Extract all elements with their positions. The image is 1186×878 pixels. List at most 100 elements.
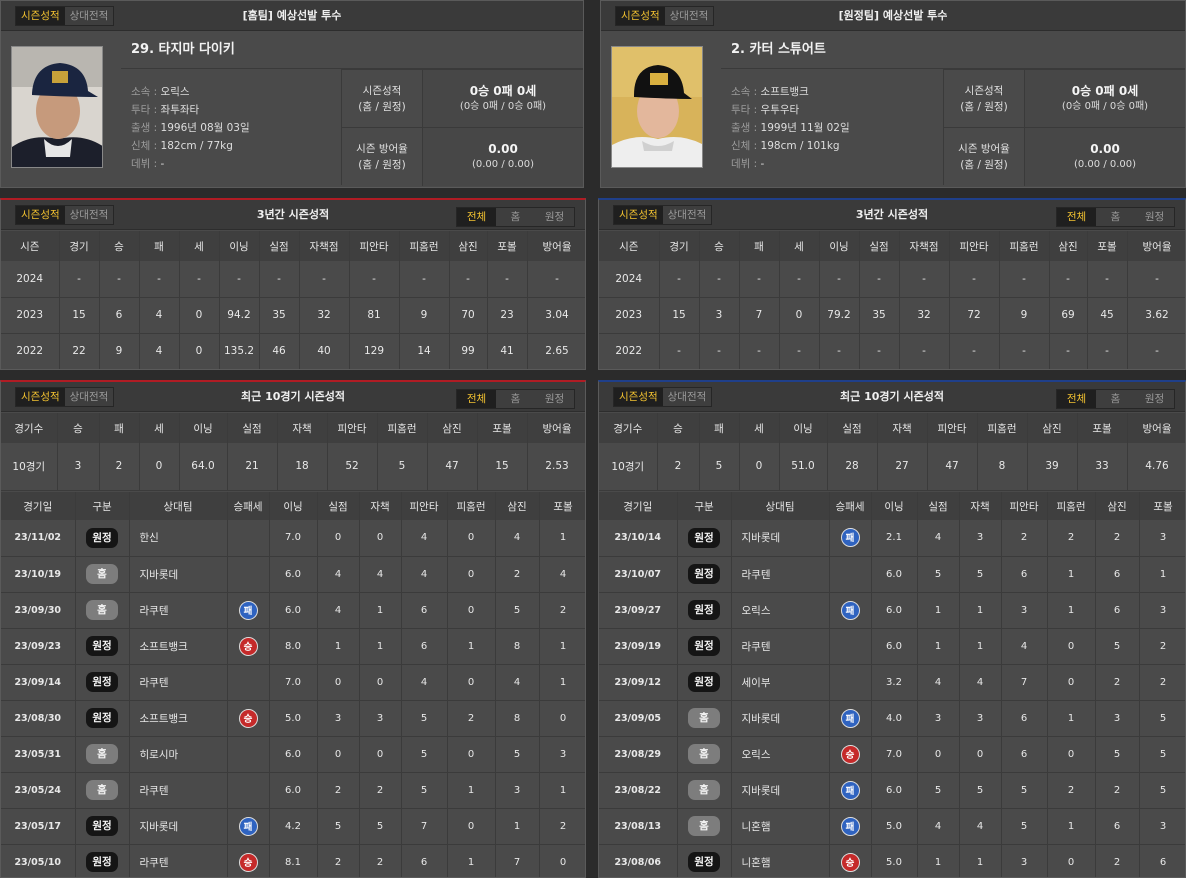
filter-all[interactable]: 전체 (1057, 208, 1096, 226)
tab-versus-record[interactable]: 상대전적 (662, 388, 712, 406)
cell: 5 (495, 736, 540, 773)
tab-versus-record[interactable]: 상대전적 (64, 388, 114, 406)
game-date: 23/09/23 (1, 628, 76, 665)
cell: 0 (359, 520, 402, 557)
cell: 1 (1047, 808, 1096, 845)
cell: 5.0 (269, 700, 318, 737)
game-date: 23/10/14 (599, 520, 678, 557)
filter-home[interactable]: 홈 (1096, 390, 1135, 408)
table-row: 23/08/30 원정 소프트뱅크 승 5.0 3 3 5 2 8 0 (1, 700, 585, 737)
cell: 5.0 (871, 808, 918, 845)
cell: - (99, 261, 140, 298)
cell: 2 (539, 592, 585, 629)
cell: 7 (1001, 664, 1048, 701)
game-date: 23/08/06 (599, 844, 678, 877)
filter-away[interactable]: 원정 (1135, 208, 1174, 226)
tab-versus-record[interactable]: 상대전적 (662, 206, 712, 224)
cell: 4 (139, 297, 180, 334)
result-badge: 승 (238, 708, 258, 728)
cell: - (999, 333, 1050, 369)
filter-home[interactable]: 홈 (496, 208, 535, 226)
result-badge: 승 (238, 636, 258, 656)
opponent-team: 지바롯데 (129, 808, 228, 845)
cell: 5 (1095, 736, 1140, 773)
result-badge: 패 (840, 708, 860, 728)
season-era-label: 시즌 방어율 (958, 143, 1010, 155)
game-division: 원정 (677, 556, 732, 593)
cell: - (179, 261, 220, 298)
tab-season-stats[interactable]: 시즌성적 (16, 206, 65, 224)
table-row: 23/10/14 원정 지바롯데 패 2.1 4 3 2 2 2 3 (599, 520, 1185, 557)
filter-home[interactable]: 홈 (496, 390, 535, 408)
cell: 2 (99, 443, 140, 491)
cell: 3 (1139, 592, 1185, 629)
cell: 70 (449, 297, 488, 334)
game-date: 23/10/19 (1, 556, 76, 593)
tab-versus-record[interactable]: 상대전적 (64, 7, 114, 25)
game-result: 패 (227, 808, 270, 845)
cell: 0 (447, 664, 496, 701)
col-header: 자책 (877, 413, 928, 443)
cell: 35 (259, 297, 300, 334)
cell: 6.0 (871, 772, 918, 809)
cell: 21 (227, 443, 278, 491)
game-result (227, 556, 270, 593)
away-three-year-panel: 3년간 시즌성적 시즌성적 상대전적 전체 홈 원정 시즌 경기 승 패 세 이닝 실점 자책… (598, 198, 1186, 370)
cell: 0 (179, 333, 220, 369)
info-label: 출생 (731, 122, 751, 134)
tab-versus-record[interactable]: 상대전적 (64, 206, 114, 224)
cell: - (899, 333, 950, 369)
opponent-team: 니혼햄 (731, 808, 830, 845)
col-header: 삼진 (1095, 492, 1140, 520)
col-header: 패 (139, 231, 180, 261)
game-date: 23/08/13 (599, 808, 678, 845)
away-recent-summary-table: 경기수 승 패 세 이닝 실점 자책 피안타 피홈런 삼진 포볼 방어율 10경기 2 5 0 51.0 28 2… (599, 413, 1185, 491)
filter-home[interactable]: 홈 (1096, 208, 1135, 226)
tab-season-stats[interactable]: 시즌성적 (614, 206, 663, 224)
cell: 41 (487, 333, 528, 369)
filter-away[interactable]: 원정 (535, 390, 574, 408)
info-label: 투타 (731, 104, 751, 116)
cell: 3 (959, 700, 1002, 737)
cell: 4 (401, 556, 448, 593)
info-value: 1996년 08월 03일 (160, 122, 250, 134)
filter-all[interactable]: 전체 (457, 208, 496, 226)
cell: 5 (699, 443, 740, 491)
game-date: 23/09/27 (599, 592, 678, 629)
tab-season-stats[interactable]: 시즌성적 (16, 388, 65, 406)
division-badge: 홈 (86, 780, 118, 800)
filter-away[interactable]: 원정 (1135, 390, 1174, 408)
home-recent-panel: 최근 10경기 시즌성적 시즌성적 상대전적 전체 홈 원정 경기수 승 패 세 이닝 실… (0, 380, 586, 878)
game-result: 패 (829, 520, 872, 557)
col-header: 자책점 (299, 231, 350, 261)
division-badge: 원정 (86, 852, 118, 872)
cell: 10경기 (599, 443, 658, 491)
cell: 2 (1047, 772, 1096, 809)
info-label: 소속 (731, 86, 751, 98)
cell: 4 (139, 333, 180, 369)
cell: 81 (349, 297, 400, 334)
table-row: 10경기 2 5 0 51.0 28 27 47 8 39 33 4.76 (599, 443, 1185, 491)
col-header: 자책 (277, 413, 328, 443)
cell: 4 (917, 664, 960, 701)
filter-away[interactable]: 원정 (535, 208, 574, 226)
tab-season-stats[interactable]: 시즌성적 (614, 388, 663, 406)
cell: 4 (317, 592, 360, 629)
col-header: 승패세 (829, 492, 872, 520)
cell: 3 (57, 443, 100, 491)
filter-all[interactable]: 전체 (1057, 390, 1096, 408)
home-recent-tabs: 시즌성적 상대전적 (15, 387, 115, 407)
division-badge: 홈 (688, 780, 720, 800)
home-season-record: 0승 0패 0세 (469, 84, 537, 98)
col-header: 피안타 (401, 492, 448, 520)
home-three-year-tabs: 시즌성적 상대전적 (15, 205, 115, 225)
tab-versus-record[interactable]: 상대전적 (664, 7, 714, 25)
tab-season-stats[interactable]: 시즌성적 (16, 7, 65, 25)
opponent-team: 라쿠텐 (731, 556, 830, 593)
filter-all[interactable]: 전체 (457, 390, 496, 408)
table-row: 10경기 3 2 0 64.0 21 18 52 5 47 15 2.53 (1, 443, 585, 491)
cell: 129 (349, 333, 400, 369)
info-value: 182cm / 77kg (160, 140, 233, 152)
tab-season-stats[interactable]: 시즌성적 (616, 7, 665, 25)
result-badge: 패 (238, 600, 258, 620)
